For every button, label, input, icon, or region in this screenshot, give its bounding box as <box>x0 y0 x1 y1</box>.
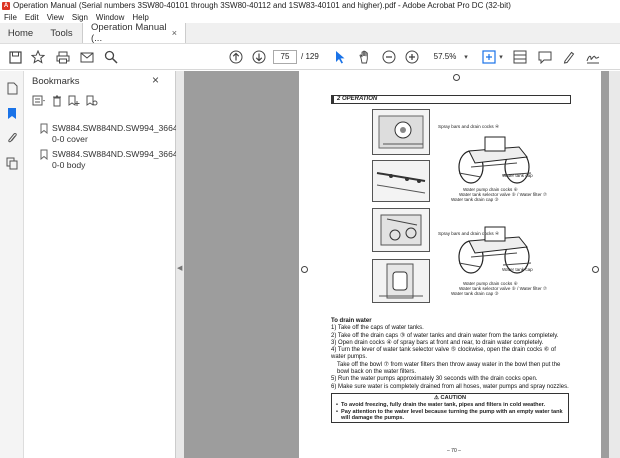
menu-window[interactable]: Window <box>96 13 124 22</box>
callout-water-tank-drain-cap: Water tank drain cap ③ <box>451 197 499 202</box>
photo-water-tank-cap <box>372 109 430 155</box>
instruction-step: 6) Make sure water is completely drained… <box>331 383 569 390</box>
bookmark-item[interactable]: SW884.SW884ND.SW994_3664 0-0 body <box>40 149 178 171</box>
tab-document[interactable]: Operation Manual (... × <box>82 22 186 44</box>
menu-file[interactable]: File <box>4 13 17 22</box>
bookmark-icon <box>40 123 48 145</box>
bookmarks-panel-title: Bookmarks <box>32 76 80 87</box>
save-icon[interactable] <box>6 49 24 65</box>
bookmarks-panel: Bookmarks × SW884.SW884ND.SW994_3664 0-0… <box>24 71 178 458</box>
section-header: 2 OPERATION <box>331 95 571 104</box>
instructions-heading: To drain water <box>331 318 372 324</box>
instruction-step: 5) Run the water pumps approximately 30 … <box>331 376 538 383</box>
highlight-pen-icon[interactable] <box>561 49 577 65</box>
callout-spray-bars: Spray bars and drain cocks ④ <box>438 231 500 236</box>
document-viewer[interactable]: 2 OPERATION Spray bars and drain cocks ④… <box>184 71 620 458</box>
email-icon[interactable] <box>78 49 96 65</box>
layers-icon[interactable] <box>5 156 19 170</box>
page-footer-number: – 70 – <box>447 448 461 454</box>
bookmarks-panel-icon[interactable] <box>5 106 19 120</box>
vertical-scrollbar[interactable] <box>609 71 620 458</box>
photo-drain-cocks <box>372 208 430 252</box>
tab-bar: Home Tools Operation Manual (... × <box>0 22 620 44</box>
hand-tool-icon[interactable] <box>357 49 373 65</box>
callout-spray-bars: Spray bars and drain cocks ④ <box>438 124 500 129</box>
bookmark-star-icon[interactable] <box>29 49 47 65</box>
tab-tools[interactable]: Tools <box>41 23 82 43</box>
search-icon[interactable] <box>102 49 120 65</box>
photo-spray-bar <box>372 160 430 202</box>
attachments-paperclip-icon[interactable] <box>5 131 19 145</box>
photo-water-filter <box>372 259 430 303</box>
bookmark-item[interactable]: SW884.SW884ND.SW994_3664 0-0 cover <box>40 123 178 145</box>
toolbar: 75 / 129 57.5% ▾ ▾ <box>0 44 620 70</box>
menu-sign[interactable]: Sign <box>72 13 88 22</box>
panel-splitter[interactable]: ◀ <box>176 71 184 458</box>
page-left-nav-icon[interactable] <box>301 266 308 273</box>
instruction-step: 2) Take off the drain caps ③ of water ta… <box>331 332 559 339</box>
bookmarks-close-icon[interactable]: × <box>152 73 159 87</box>
callout-water-tank-cap: Water tank cap <box>502 173 533 178</box>
pdf-page: 2 OPERATION Spray bars and drain cocks ④… <box>299 71 601 458</box>
acrobat-app-icon: A <box>2 1 10 10</box>
callout-water-tank-drain-cap: Water tank drain cap ③ <box>451 291 499 296</box>
print-icon[interactable] <box>54 49 72 65</box>
page-right-nav-icon[interactable] <box>592 266 599 273</box>
next-page-icon[interactable] <box>251 49 267 65</box>
page-top-nav-icon[interactable] <box>453 74 460 81</box>
zoom-dropdown-chevron-icon[interactable]: ▾ <box>462 49 470 65</box>
tab-document-label: Operation Manual (... <box>91 22 167 44</box>
zoom-out-icon[interactable] <box>381 49 397 65</box>
tab-close-icon[interactable]: × <box>172 28 177 38</box>
page-thumbnails-icon[interactable] <box>5 81 19 95</box>
menu-view[interactable]: View <box>47 13 64 22</box>
collapse-panel-arrow-icon[interactable]: ◀ <box>177 264 182 272</box>
zoom-in-icon[interactable] <box>404 49 420 65</box>
title-bar: A Operation Manual (Serial numbers 3SW80… <box>0 0 620 11</box>
menu-help[interactable]: Help <box>132 13 148 22</box>
previous-page-icon[interactable] <box>228 49 244 65</box>
comment-icon[interactable] <box>537 49 553 65</box>
bookmarks-toolbar <box>32 95 104 109</box>
page-count: / 129 <box>301 52 319 61</box>
bookmark-options-icon[interactable] <box>32 95 46 109</box>
caution-item: Pay attention to the water level because… <box>336 409 564 422</box>
drain-water-instructions: To drain water 1) Take off the caps of w… <box>331 318 571 391</box>
fit-page-icon[interactable] <box>481 49 497 65</box>
tab-home[interactable]: Home <box>0 23 41 43</box>
caution-title: ⚠ CAUTION <box>433 395 467 401</box>
bookmark-label: SW884.SW884ND.SW994_3664 0-0 cover <box>52 123 178 144</box>
bookmark-label: SW884.SW884ND.SW994_3664 0-0 body <box>52 149 178 170</box>
new-bookmark-icon[interactable] <box>68 95 80 110</box>
zoom-level-select[interactable]: 57.5% <box>428 50 462 64</box>
instruction-step: Take off the bowl ⑦ from water filters t… <box>337 361 561 376</box>
roller-diagram-top <box>451 133 541 189</box>
menu-edit[interactable]: Edit <box>25 13 39 22</box>
callout-water-tank-cap: Water tank cap <box>502 267 533 272</box>
window-title: Operation Manual (Serial numbers 3SW80-4… <box>13 1 511 10</box>
select-pointer-icon[interactable] <box>332 49 348 65</box>
fit-dropdown-chevron-icon[interactable]: ▾ <box>497 49 505 65</box>
left-navigation-rail <box>0 71 24 458</box>
instruction-step: 1) Take off the caps of water tanks. <box>331 325 424 332</box>
page-number-input[interactable]: 75 <box>273 50 297 64</box>
sign-icon[interactable] <box>585 49 601 65</box>
instruction-step: 4) Turn the lever of water tank selector… <box>331 347 556 361</box>
caution-box: ⚠ CAUTION To avoid freezing, fully drain… <box>331 393 569 423</box>
delete-bookmark-icon[interactable] <box>52 95 62 110</box>
expand-bookmark-icon[interactable] <box>86 95 98 110</box>
page-display-icon[interactable] <box>512 49 528 65</box>
bookmark-icon <box>40 149 48 171</box>
